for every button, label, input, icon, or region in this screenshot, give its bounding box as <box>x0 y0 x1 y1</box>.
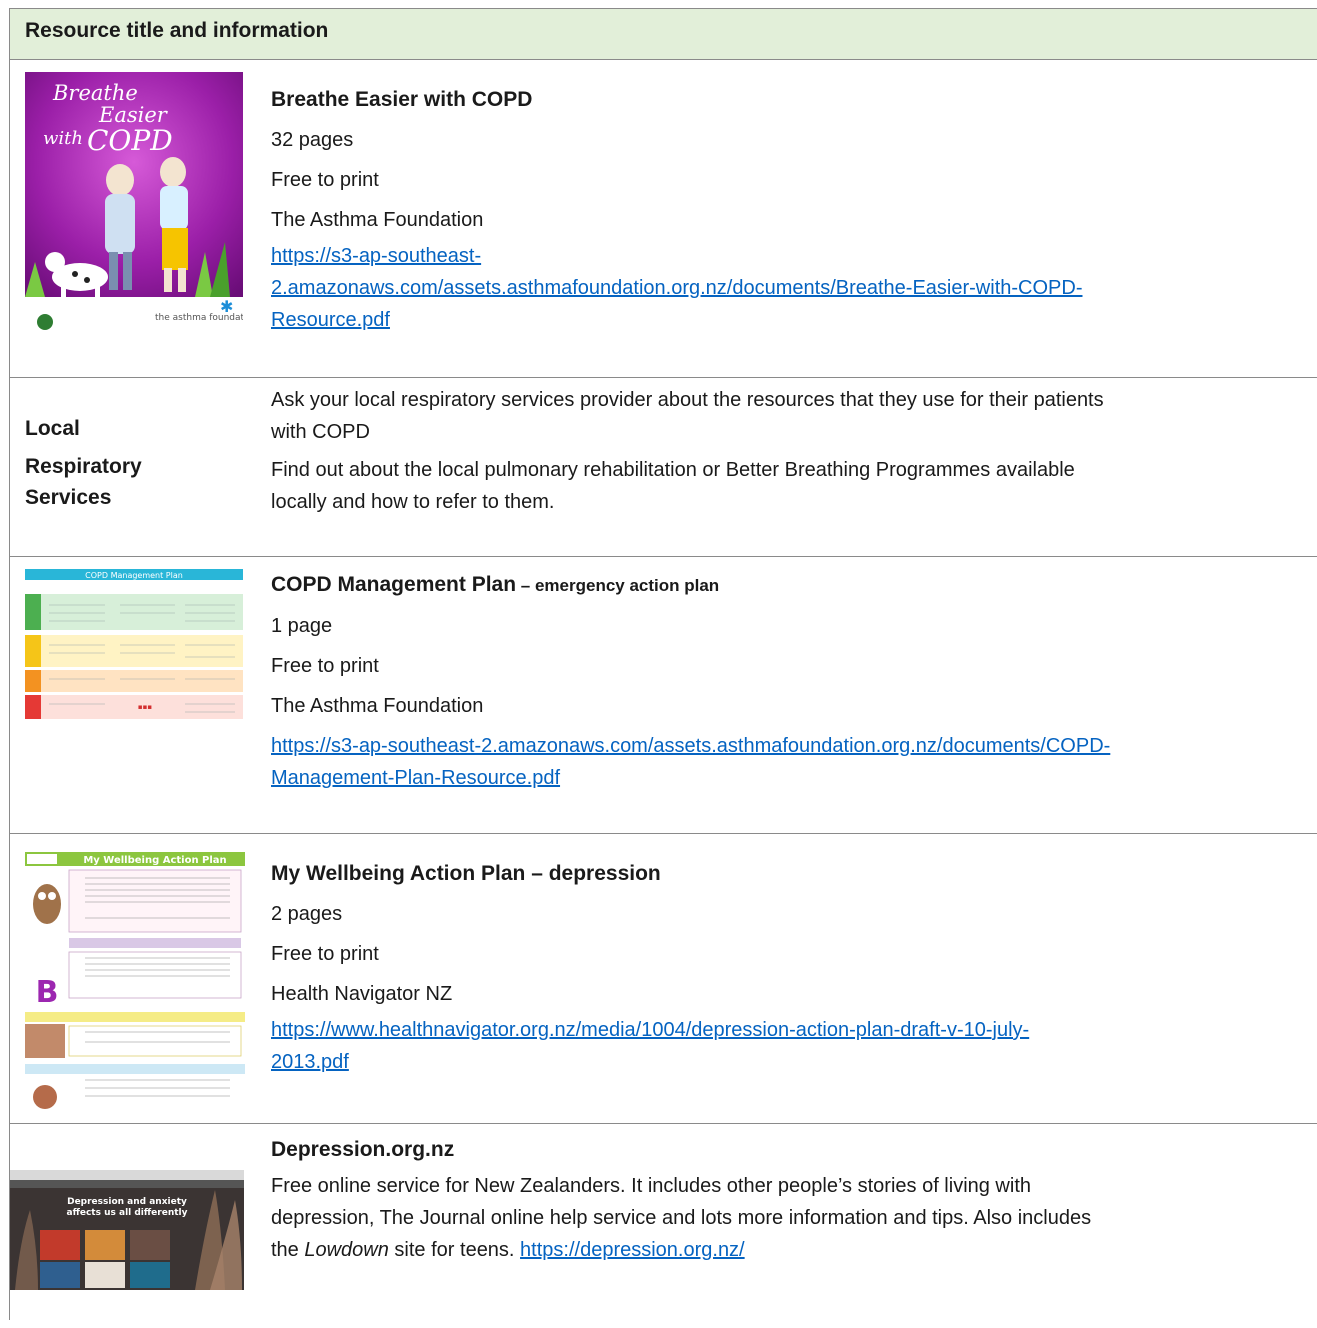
table-row: Depression and anxiety affects us all di… <box>10 1124 1317 1320</box>
svg-text:Breathe: Breathe <box>52 81 138 105</box>
depression-site-thumbnail: Depression and anxiety affects us all di… <box>10 1170 244 1295</box>
label-line: Respiratory <box>25 455 142 478</box>
depression-link[interactable]: https://depression.org.nz/ <box>520 1239 745 1261</box>
wellbeing-plan-thumbnail: My Wellbeing Action Plan B <box>25 852 245 1117</box>
resource-title: Depression.org.nz <box>271 1138 455 1161</box>
svg-text:with: with <box>43 128 83 149</box>
table-header: Resource title and information <box>10 8 1317 60</box>
row-content: Depression.org.nz Free online service fo… <box>271 1130 1303 1266</box>
page-count: 2 pages <box>271 903 343 925</box>
row-label: Local Respiratory Services <box>25 410 205 510</box>
link-line[interactable]: Management-Plan-Resource.pdf <box>271 767 560 789</box>
resource-title: Breathe Easier with COPD <box>271 88 533 111</box>
svg-text:▪▪▪: ▪▪▪ <box>138 703 152 711</box>
table-row: My Wellbeing Action Plan B My Wellbeing … <box>10 834 1317 1124</box>
cost-info: Free to print <box>271 655 379 677</box>
publisher: The Asthma Foundation <box>271 695 484 717</box>
label-line: Local <box>25 417 80 440</box>
svg-text:COPD: COPD <box>87 124 173 157</box>
table-row: Breathe Easier with COPD the asthma foun… <box>10 60 1317 378</box>
row-content: My Wellbeing Action Plan – depression 2 … <box>271 854 1303 1078</box>
table-row: COPD Management Plan ▪▪▪ COPD Management… <box>10 557 1317 834</box>
paragraph: Find out about the local pulmonary rehab… <box>271 459 1075 513</box>
page-count: 1 page <box>271 615 333 637</box>
page-count: 32 pages <box>271 129 354 151</box>
publisher: The Asthma Foundation <box>271 209 484 231</box>
copd-plan-thumbnail: COPD Management Plan ▪▪▪ <box>25 569 243 724</box>
paragraph: Ask your local respiratory services prov… <box>271 389 1104 443</box>
resource-link[interactable]: https://s3-ap-southeast-2.amazonaws.com/… <box>271 730 1303 794</box>
resource-table: Resource title and information Breathe E… <box>9 8 1317 1320</box>
link-line[interactable]: https://s3-ap-southeast- <box>271 245 481 267</box>
link-line[interactable]: 2.amazonaws.com/assets.asthmafoundation.… <box>271 277 1082 299</box>
svg-text:✱: ✱ <box>220 299 233 316</box>
link-line[interactable]: Resource.pdf <box>271 309 390 331</box>
svg-text:My Wellbeing Action Plan: My Wellbeing Action Plan <box>83 855 226 866</box>
resource-link[interactable]: https://s3-ap-southeast- 2.amazonaws.com… <box>271 240 1303 336</box>
row-content: Ask your local respiratory services prov… <box>271 384 1303 518</box>
row-content: Breathe Easier with COPD 32 pages Free t… <box>271 80 1303 336</box>
link-line[interactable]: https://s3-ap-southeast-2.amazonaws.com/… <box>271 735 1110 757</box>
svg-text:affects us all differently: affects us all differently <box>67 1208 188 1218</box>
svg-text:B: B <box>36 975 59 1010</box>
cost-info: Free to print <box>271 943 379 965</box>
cost-info: Free to print <box>271 169 379 191</box>
breathe-easier-cover-image: Breathe Easier with COPD the asthma foun… <box>25 72 258 347</box>
resource-link[interactable]: https://www.healthnavigator.org.nz/media… <box>271 1014 1303 1078</box>
row-content: COPD Management Plan – emergency action … <box>271 565 1303 794</box>
svg-text:Depression and anxiety: Depression and anxiety <box>67 1197 187 1207</box>
svg-text:COPD Management Plan: COPD Management Plan <box>85 571 183 580</box>
table-row: Local Respiratory Services Ask your loca… <box>10 378 1317 557</box>
resource-title: COPD Management Plan – emergency action … <box>271 573 720 596</box>
label-line: Services <box>25 486 112 509</box>
link-line[interactable]: 2013.pdf <box>271 1051 349 1073</box>
publisher: Health Navigator NZ <box>271 983 453 1005</box>
link-line[interactable]: https://www.healthnavigator.org.nz/media… <box>271 1019 1029 1041</box>
resource-title: My Wellbeing Action Plan – depression <box>271 862 661 885</box>
description: Free online service for New Zealanders. … <box>271 1175 1092 1261</box>
